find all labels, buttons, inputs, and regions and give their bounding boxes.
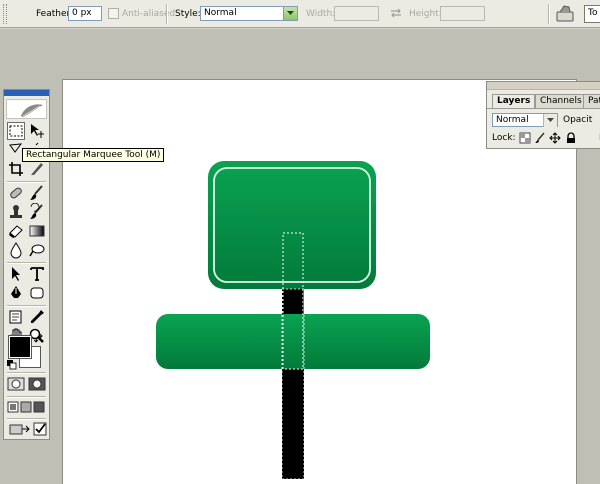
lock-transparent-icon[interactable] <box>519 132 531 144</box>
toolbox-separator <box>7 181 46 183</box>
tool-tooltip: Rectangular Marquee Tool (M) <box>22 148 165 162</box>
standard-screen-icon[interactable] <box>7 400 19 418</box>
path-selection-icon[interactable] <box>7 265 25 283</box>
clone-stamp-icon[interactable] <box>7 203 25 221</box>
rectangular-marquee-icon[interactable] <box>7 122 25 140</box>
crop-icon[interactable] <box>7 160 25 178</box>
type-icon[interactable] <box>28 265 46 283</box>
layers-panel-titlebar[interactable] <box>487 82 600 90</box>
feather-input[interactable]: 0 px <box>68 6 102 21</box>
palette-well[interactable]: To <box>584 5 600 23</box>
opacity-label: Opacit <box>563 115 593 125</box>
toolbox-separator <box>7 262 46 264</box>
toolbox-titlebar[interactable] <box>4 90 49 96</box>
toolbox-separator <box>7 396 46 398</box>
foreground-color-swatch[interactable] <box>8 335 32 359</box>
style-select-value: Normal <box>204 8 237 18</box>
height-input <box>440 6 485 21</box>
tab-paths[interactable]: Path <box>583 94 600 109</box>
lock-all-icon[interactable] <box>565 132 577 144</box>
full-screen-menu-icon[interactable] <box>20 400 32 418</box>
palette-well-label: To <box>588 8 598 18</box>
move-icon[interactable] <box>28 122 46 140</box>
toolbox-separator <box>7 418 46 420</box>
pen-icon[interactable] <box>7 284 25 302</box>
options-bar: Feather: 0 px Anti-aliased Style: Normal… <box>0 0 600 28</box>
tab-divider <box>487 108 600 109</box>
adobe-feather-icon[interactable] <box>6 99 47 119</box>
width-input <box>334 6 379 21</box>
chevron-down-icon[interactable] <box>283 7 297 20</box>
bottom-sign <box>156 314 430 369</box>
slice-icon[interactable] <box>28 160 46 178</box>
layers-panel: Layers Channels Path Normal Opacit Lock:… <box>486 81 600 149</box>
jump-to-imageready-icon[interactable] <box>9 421 31 439</box>
style-select[interactable]: Normal <box>200 6 298 21</box>
tab-channels[interactable]: Channels <box>535 94 587 109</box>
lock-label: Lock: <box>492 133 516 143</box>
file-browser-icon[interactable] <box>554 3 576 25</box>
blur-icon[interactable] <box>7 241 25 259</box>
history-brush-icon[interactable] <box>28 203 46 221</box>
dodge-icon[interactable] <box>28 241 46 259</box>
style-label: Style: <box>175 9 201 19</box>
gradient-icon[interactable] <box>28 222 46 240</box>
lock-image-icon[interactable] <box>534 132 546 144</box>
swap-width-height-icon <box>390 8 402 21</box>
height-label: Height: <box>409 9 442 19</box>
healing-brush-icon[interactable] <box>7 184 25 202</box>
width-label: Width: <box>306 9 336 19</box>
imageready-check-icon[interactable] <box>32 421 50 439</box>
lock-position-icon[interactable] <box>549 132 561 144</box>
standard-mode-icon[interactable] <box>7 376 25 394</box>
options-bar-grip[interactable] <box>3 4 7 24</box>
eyedropper-icon[interactable] <box>28 308 46 326</box>
toolbox-separator <box>7 305 46 307</box>
blend-mode-select[interactable]: Normal <box>492 113 558 127</box>
options-separator <box>548 4 550 24</box>
brush-icon[interactable] <box>28 184 46 202</box>
full-screen-icon[interactable] <box>33 400 45 418</box>
quick-mask-icon[interactable] <box>28 376 46 394</box>
swap-colors-icon[interactable] <box>33 333 44 347</box>
top-sign <box>208 161 376 289</box>
shape-icon[interactable] <box>28 284 46 302</box>
chevron-down-icon[interactable] <box>543 114 557 127</box>
anti-aliased-checkbox <box>108 8 119 19</box>
options-separator <box>166 4 168 24</box>
eraser-icon[interactable] <box>7 222 25 240</box>
notes-icon[interactable] <box>7 308 25 326</box>
toolbox <box>3 89 50 440</box>
toolbox-separator <box>7 372 46 374</box>
blend-mode-value: Normal <box>496 115 529 125</box>
tab-layers[interactable]: Layers <box>492 94 536 109</box>
